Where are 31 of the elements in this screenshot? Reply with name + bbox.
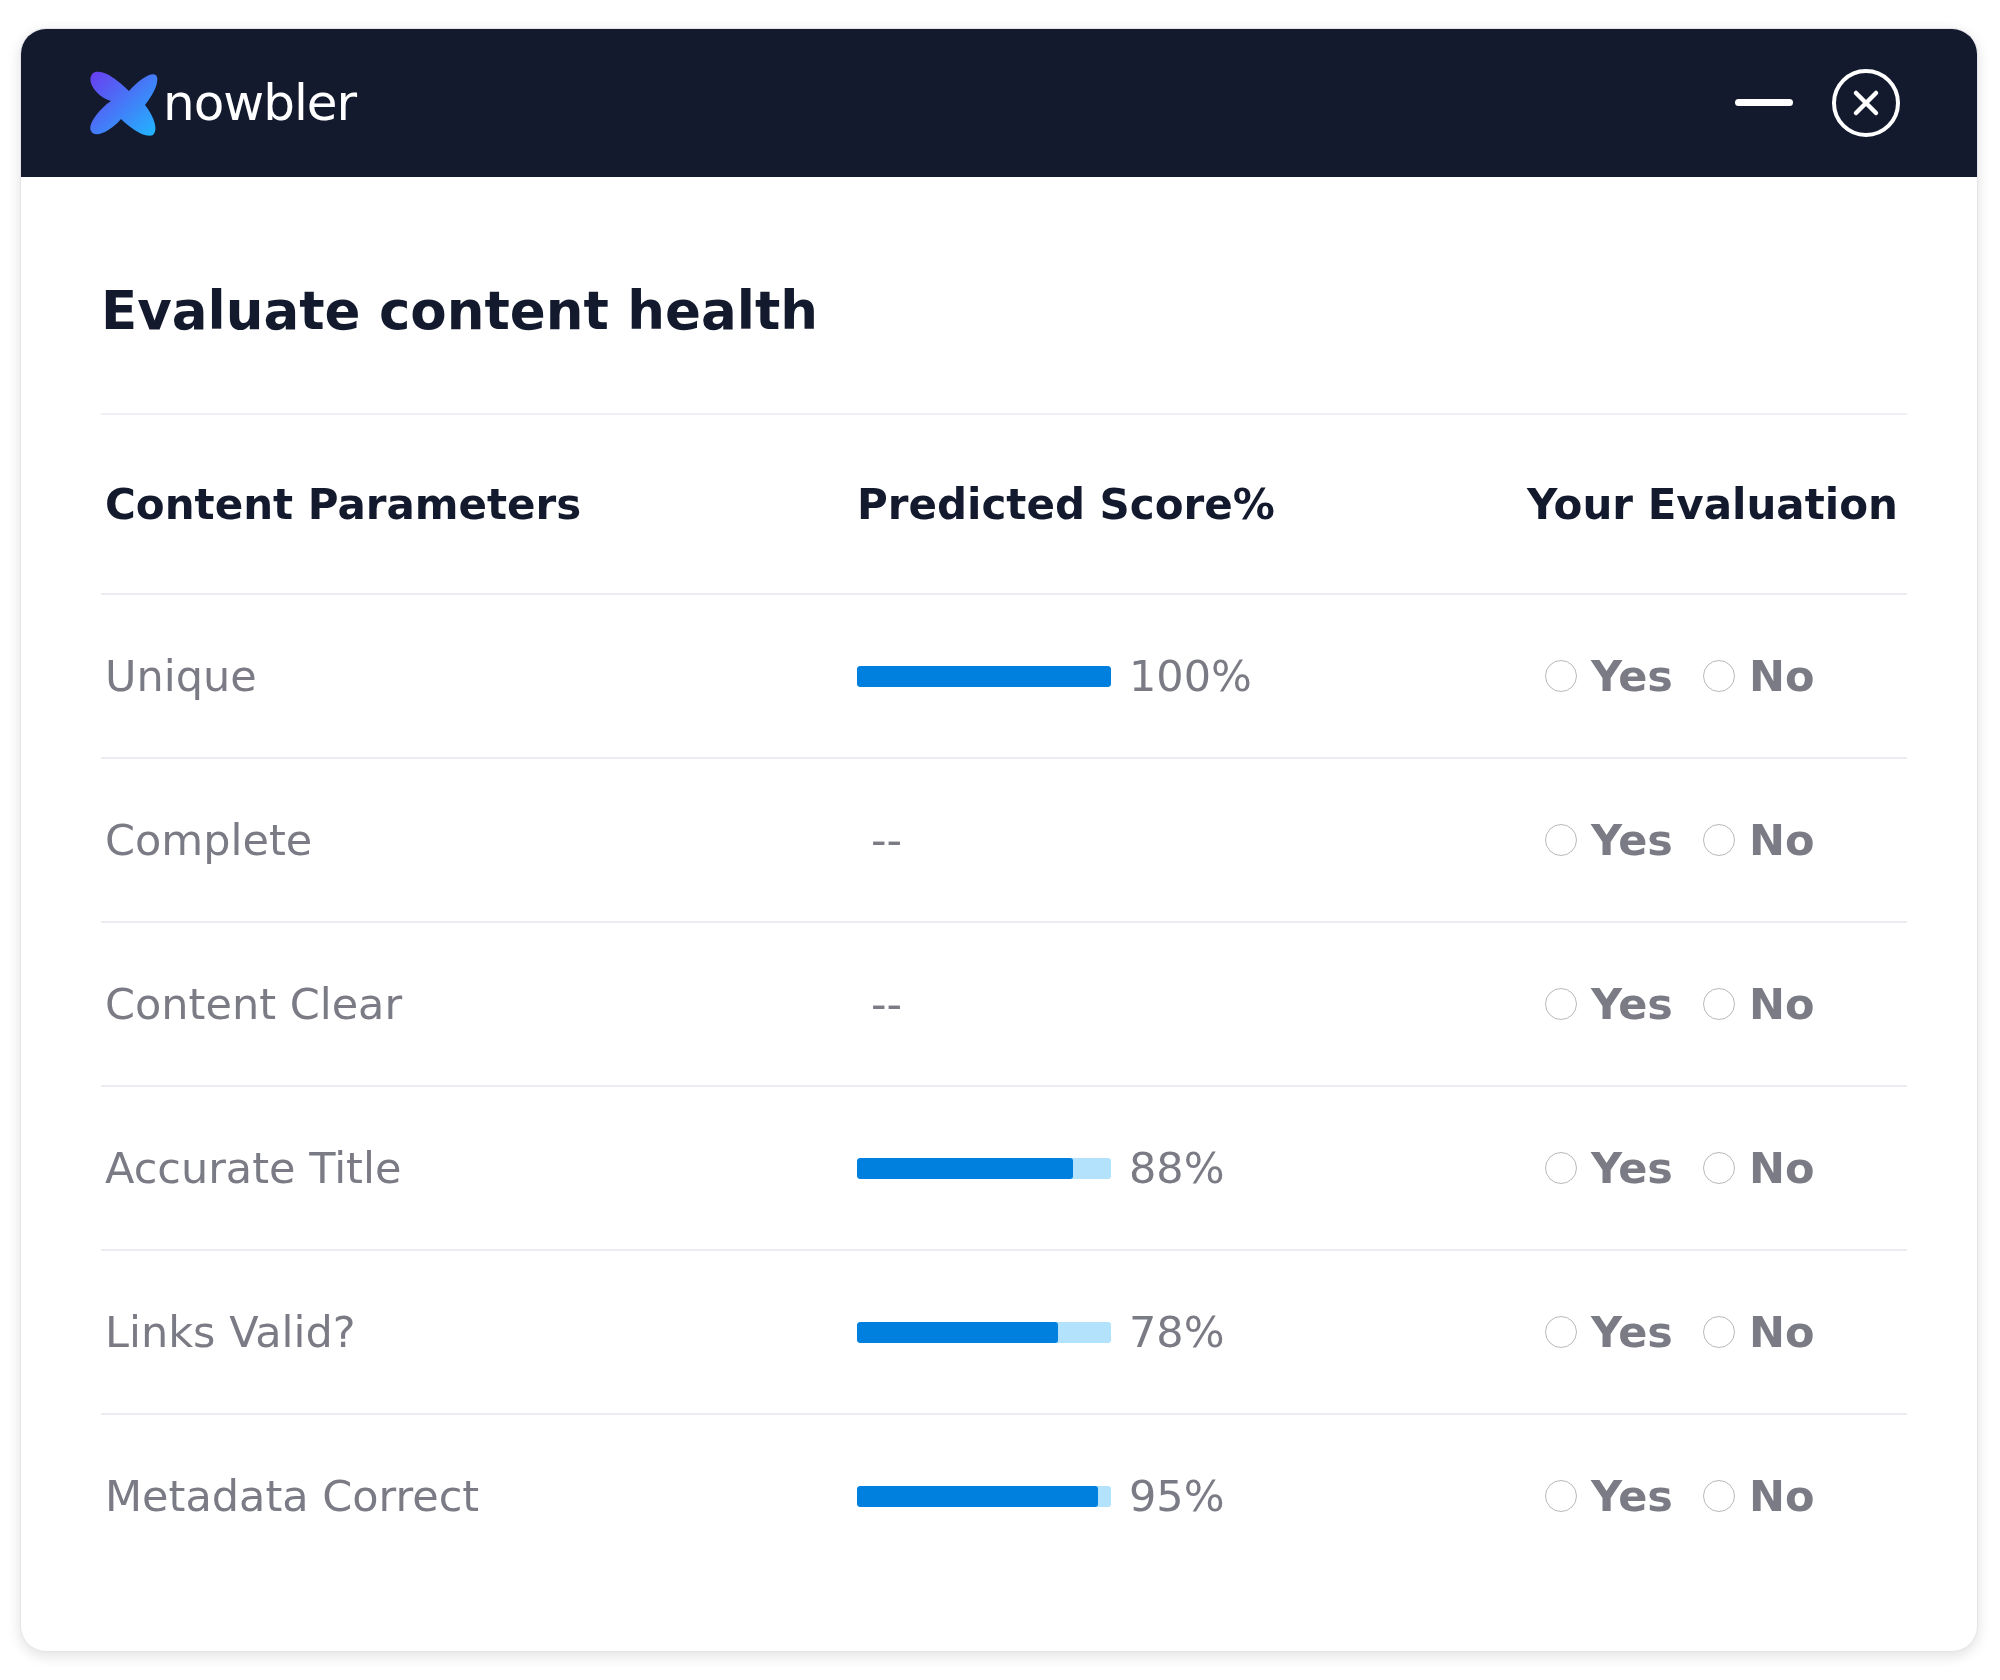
close-button[interactable] [1831,68,1901,138]
option-label[interactable]: Yes [1591,815,1673,865]
option-label[interactable]: No [1748,979,1815,1029]
option-label[interactable]: No [1748,1143,1815,1193]
score-value: 95% [1129,1471,1225,1521]
option-label[interactable]: Yes [1591,651,1673,701]
parameter-label: Metadata Correct [105,1471,481,1521]
option-label[interactable]: Yes [1591,979,1673,1029]
column-header: Your Evaluation [1527,479,1899,529]
parameter-label: Accurate Title [105,1143,403,1193]
dialog-title: Evaluate content health [101,177,1907,415]
option-label[interactable]: No [1748,1307,1815,1357]
option-label[interactable]: No [1748,1471,1815,1521]
column-header: Content Parameters [105,479,583,529]
score-value: -- [870,815,903,865]
score-value: -- [870,979,903,1029]
parameter-label: Complete [105,815,314,865]
option-label[interactable]: No [1748,815,1815,865]
score-value: 78% [1129,1307,1225,1357]
minimize-button[interactable] [1735,99,1793,107]
brand-name: nowbler [163,74,357,132]
option-label[interactable]: Yes [1591,1307,1673,1357]
option-label[interactable]: No [1748,651,1815,701]
parameter-label: Unique [105,651,258,701]
option-label[interactable]: Yes [1591,1471,1673,1521]
column-header: Predicted Score% [857,479,1276,529]
score-value: 100% [1129,651,1252,701]
option-label[interactable]: Yes [1591,1143,1673,1193]
parameter-label: Content Clear [105,979,404,1029]
parameter-label: Links Valid? [105,1307,357,1357]
score-value: 88% [1129,1143,1225,1193]
